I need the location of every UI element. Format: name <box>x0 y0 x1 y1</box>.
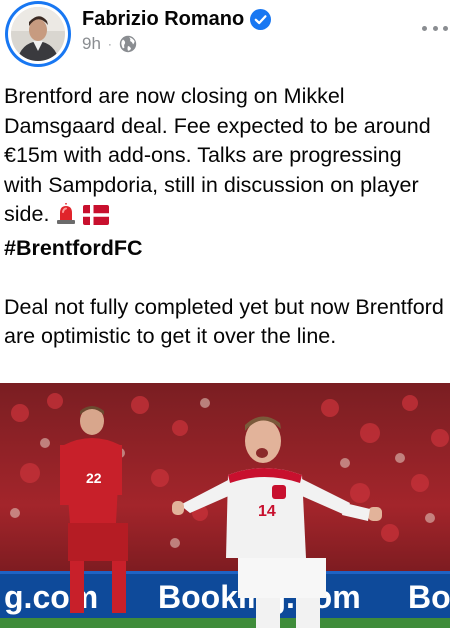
denmark-flag-icon <box>83 204 110 234</box>
post-text: Brentford are now closing on Mikkel Dams… <box>4 82 444 352</box>
dot <box>432 25 438 31</box>
player-right-number: 14 <box>258 503 276 520</box>
author-name[interactable]: Fabrizio Romano <box>82 8 244 31</box>
profile-picture <box>11 7 65 61</box>
author-row: Fabrizio Romano <box>82 6 272 32</box>
dot <box>422 25 427 31</box>
post-meta: 9h · <box>82 34 137 54</box>
facebook-post: Fabrizio Romano 9h · Brentford are now c… <box>0 0 450 628</box>
meta-separator: · <box>107 37 112 51</box>
post-paragraph-2: Deal not fully completed yet but now Bre… <box>4 294 444 349</box>
player-left-number: 22 <box>86 470 102 486</box>
post-header: Fabrizio Romano 9h · <box>0 0 450 70</box>
siren-icon <box>55 203 77 234</box>
ad-board-left-text: g.com <box>4 579 98 615</box>
post-time[interactable]: 9h <box>82 34 101 54</box>
ad-board-right-text: Boo <box>408 579 450 615</box>
hashtag-link[interactable]: #BrentfordFC <box>4 234 444 264</box>
globe-icon <box>119 35 137 53</box>
post-photo[interactable]: g.com Booking.com Boo 22 <box>0 383 450 628</box>
avatar[interactable] <box>5 1 71 67</box>
more-options-button[interactable] <box>422 20 448 36</box>
verified-badge-icon <box>250 8 272 30</box>
dot <box>443 25 448 31</box>
post-paragraph-1: Brentford are now closing on Mikkel Dams… <box>4 82 444 234</box>
